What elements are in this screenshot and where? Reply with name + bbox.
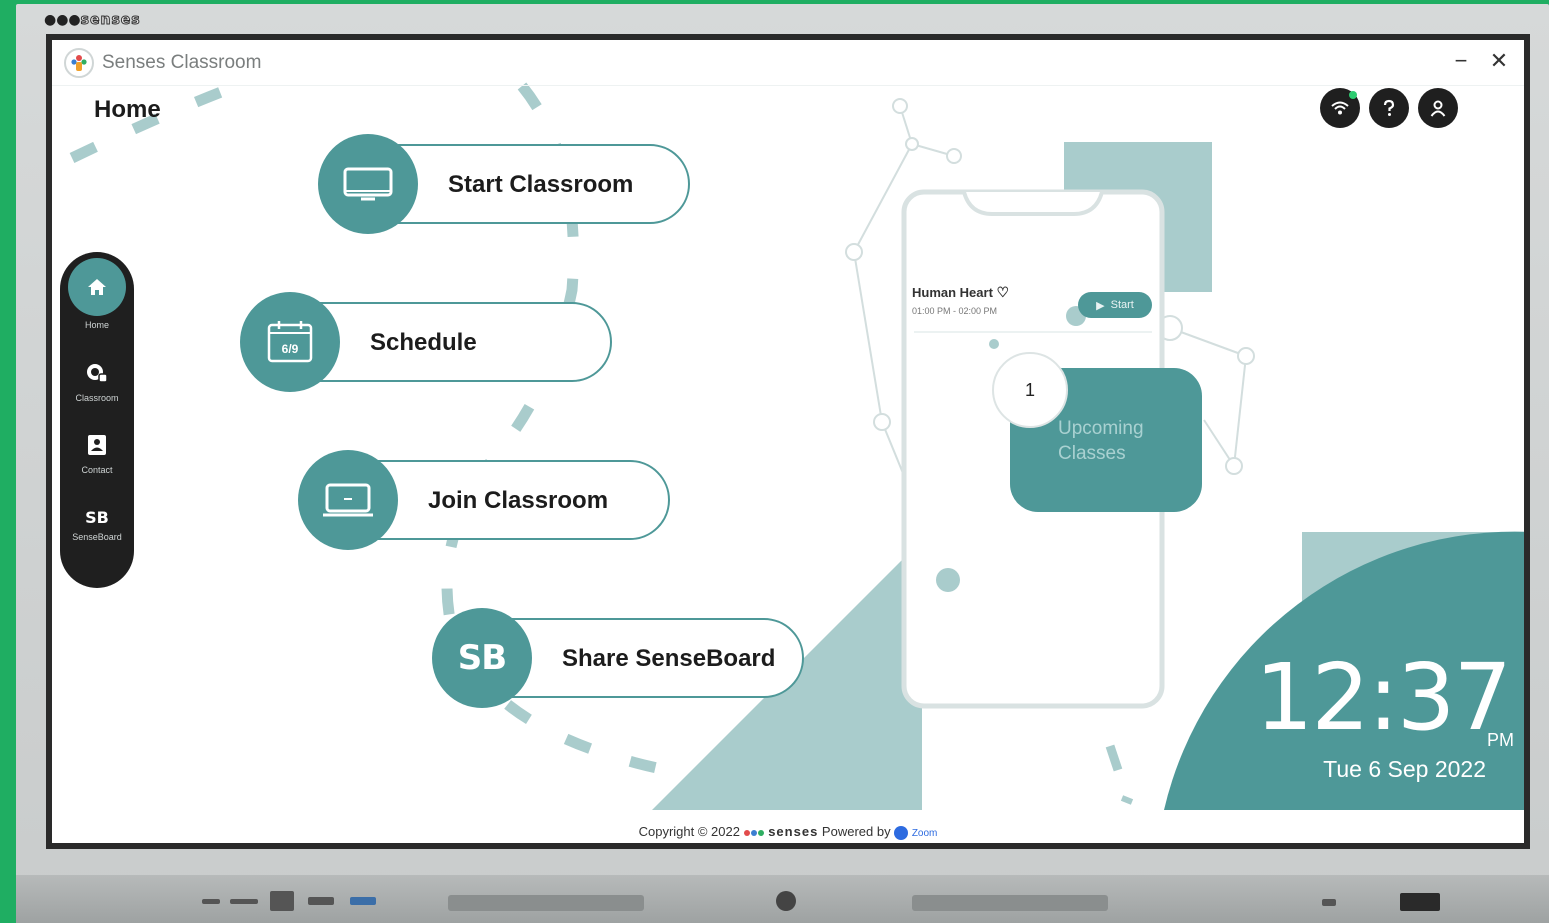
sidebar-item-label: Contact	[81, 465, 113, 475]
wifi-icon	[1331, 101, 1349, 115]
sidebar: Home Classroom Contact SB SenseBoard	[60, 252, 134, 588]
display-screen: Senses Classroom − ✕ Home Home Classroom…	[46, 34, 1530, 849]
svg-text:6/9: 6/9	[282, 342, 299, 356]
top-icon-bar	[1320, 88, 1458, 128]
share-senseboard-button[interactable]: SB Share SenseBoard	[432, 608, 804, 708]
play-icon: ▶	[1096, 299, 1105, 312]
clock-time: 12:37	[1254, 644, 1512, 751]
upcoming-count-badge: 1	[992, 352, 1068, 428]
zoom-logo-icon	[894, 825, 909, 840]
senses-logo-icon	[743, 824, 769, 839]
help-button[interactable]	[1369, 88, 1409, 128]
bezel-brand-logo: ●●●senses	[44, 12, 141, 29]
usb3-port-icon	[350, 897, 376, 905]
sidebar-item-contact[interactable]: Contact	[60, 434, 134, 475]
start-classroom-button[interactable]: Start Classroom	[318, 134, 690, 234]
calendar-icon: 6/9	[240, 292, 340, 392]
minimize-button[interactable]: −	[1446, 48, 1476, 74]
user-button[interactable]	[1418, 88, 1458, 128]
senseboard-icon: SB	[432, 608, 532, 708]
page-title: Home	[94, 96, 161, 123]
join-classroom-button[interactable]: Join Classroom	[298, 450, 670, 550]
start-class-button[interactable]: ▶ Start	[1078, 292, 1152, 318]
upcoming-classes-label: Upcoming Classes	[1058, 418, 1144, 464]
senseboard-icon: SB	[85, 508, 109, 527]
power-button[interactable]	[1400, 893, 1440, 911]
clock-ampm: PM	[1487, 730, 1514, 750]
monitor-icon	[318, 134, 418, 234]
usb-port-icon	[202, 899, 220, 904]
speaker-grille	[912, 895, 1108, 911]
help-icon	[1383, 99, 1395, 116]
sidebar-item-label: SenseBoard	[72, 532, 122, 542]
share-senseboard-label: Share SenseBoard	[562, 645, 776, 672]
monitor-bottom-bar	[16, 875, 1549, 923]
laptop-icon	[298, 450, 398, 550]
class-title: Human Heart ♡	[912, 284, 1010, 300]
home-icon	[68, 258, 126, 316]
sidebar-item-classroom[interactable]: Classroom	[60, 362, 134, 403]
powered-by-text: Powered by	[821, 824, 891, 839]
footer-brand: senses	[768, 824, 819, 839]
wifi-button[interactable]	[1320, 88, 1360, 128]
schedule-button[interactable]: 6/9 Schedule	[240, 292, 612, 392]
speaker-grille	[448, 895, 644, 911]
start-classroom-label: Start Classroom	[448, 171, 634, 198]
contact-icon	[88, 435, 106, 455]
sidebar-item-label: Classroom	[75, 393, 119, 403]
join-classroom-label: Join Classroom	[428, 487, 609, 514]
sidebar-item-label: Home	[84, 320, 109, 330]
partner-name: Zoom	[911, 828, 938, 839]
copyright-text: Copyright © 2022	[638, 824, 740, 839]
app-window: Senses Classroom − ✕ Home Home Classroom…	[52, 40, 1524, 843]
status-dot	[1349, 91, 1357, 99]
classroom-icon	[87, 364, 108, 383]
app-logo-icon	[64, 47, 94, 78]
class-time: 01:00 PM - 02:00 PM	[912, 306, 998, 316]
heart-icon: ♡	[996, 284, 1010, 300]
schedule-label: Schedule	[370, 329, 477, 356]
camera-icon	[776, 891, 796, 911]
usb-port-icon	[308, 897, 334, 905]
window-title: Senses Classroom	[102, 51, 262, 73]
footer: Copyright © 2022 senses Powered by Zoom	[52, 824, 1524, 840]
close-button[interactable]: ✕	[1484, 48, 1514, 74]
title-bar: Senses Classroom − ✕	[52, 40, 1524, 86]
usb-port-icon	[230, 899, 258, 904]
sidebar-item-senseboard[interactable]: SB SenseBoard	[60, 508, 134, 542]
user-icon	[1430, 100, 1446, 117]
hdmi-port-icon	[270, 891, 294, 911]
clock-date: Tue 6 Sep 2022	[1323, 756, 1486, 782]
sidebar-item-home[interactable]: Home	[60, 258, 134, 330]
sensor-icon	[1322, 899, 1336, 906]
